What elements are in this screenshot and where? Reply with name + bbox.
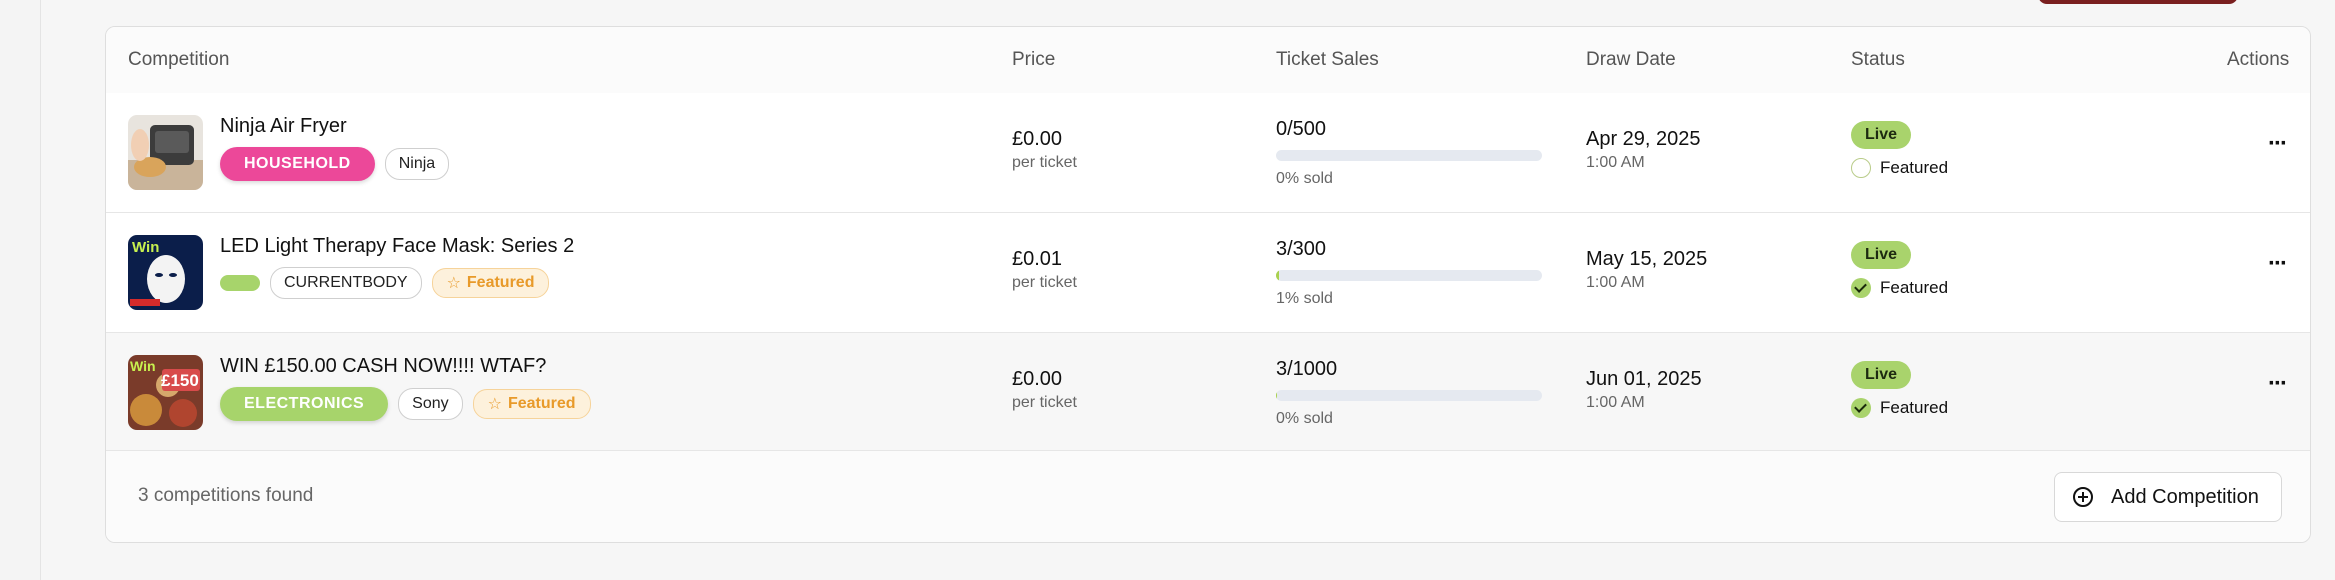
header-price: Price — [1012, 49, 1056, 70]
competition-tags: ELECTRONICS Sony ☆ Featured — [220, 387, 591, 421]
header-competition: Competition — [128, 49, 230, 70]
category-badge: HOUSEHOLD — [220, 147, 375, 181]
plus-circle-icon — [2073, 487, 2093, 507]
draw-time: 1:00 AM — [1586, 154, 1645, 171]
table-row[interactable]: Ninja Air Fryer HOUSEHOLD Ninja £0.00 pe… — [106, 93, 2310, 213]
more-actions-icon[interactable]: ··· — [2264, 252, 2290, 283]
star-icon: ☆ — [446, 275, 461, 292]
header-ticket-sales: Ticket Sales — [1276, 49, 1379, 70]
competition-title[interactable]: WIN £150.00 CASH NOW!!!! WTAF? — [220, 355, 546, 378]
draw-time: 1:00 AM — [1586, 394, 1645, 411]
thumbnail-amount-text: £150 — [161, 371, 199, 390]
header-draw-date: Draw Date — [1586, 49, 1676, 70]
ticket-sales-count: 0/500 — [1276, 118, 1327, 140]
ticket-sales-cell: 0/500 0% sold — [1276, 118, 1542, 188]
competition-title[interactable]: Ninja Air Fryer — [220, 115, 347, 138]
featured-toggle[interactable]: Featured — [1851, 158, 1948, 178]
competition-title[interactable]: LED Light Therapy Face Mask: Series 2 — [220, 235, 574, 258]
status-cell: Live Featured — [1851, 361, 1948, 418]
featured-toggle[interactable]: Featured — [1851, 278, 1948, 298]
sales-progress-bar — [1276, 150, 1542, 161]
thumbnail-win-text: Win — [132, 239, 159, 256]
featured-badge: ☆ Featured — [472, 389, 591, 419]
featured-unchecked-icon[interactable] — [1851, 158, 1871, 178]
add-competition-button[interactable]: Add Competition — [2054, 472, 2282, 522]
featured-check-icon[interactable] — [1851, 278, 1871, 298]
results-count: 3 competitions found — [138, 485, 314, 506]
brand-badge: Ninja — [384, 148, 450, 180]
draw-date-cell: Apr 29, 2025 1:00 AM — [1586, 128, 1701, 172]
competition-thumbnail: Win — [128, 235, 203, 310]
table-footer: 3 competitions found Add Competition — [106, 450, 2310, 542]
ticket-sales-cell: 3/300 1% sold — [1276, 238, 1542, 308]
featured-label: Featured — [1880, 398, 1949, 417]
featured-badge-label: Featured — [507, 395, 576, 412]
competition-tags: HOUSEHOLD Ninja — [220, 147, 450, 181]
draw-date: Apr 29, 2025 — [1586, 128, 1701, 150]
price-sub: per ticket — [1012, 154, 1077, 171]
add-competition-label: Add Competition — [2111, 485, 2259, 508]
competitions-table-card: Competition Price Ticket Sales Draw Date… — [105, 26, 2311, 543]
star-icon: ☆ — [487, 396, 502, 413]
status-badge: Live — [1851, 361, 1912, 389]
header-actions: Actions — [2227, 49, 2290, 70]
draw-date: May 15, 2025 — [1586, 248, 1708, 270]
ticket-sales-cell: 3/1000 0% sold — [1276, 358, 1542, 428]
price-value: £0.00 — [1012, 128, 1063, 150]
category-badge — [220, 275, 260, 291]
price-value: £0.00 — [1012, 368, 1063, 390]
ticket-sales-count: 3/300 — [1276, 238, 1327, 260]
table-header: Competition Price Ticket Sales Draw Date… — [106, 27, 2310, 94]
ticket-sales-count: 3/1000 — [1276, 358, 1338, 380]
status-cell: Live Featured — [1851, 241, 1948, 298]
featured-badge: ☆ Featured — [431, 268, 550, 298]
price-sub: per ticket — [1012, 394, 1077, 411]
price-cell: £0.01 per ticket — [1012, 248, 1077, 292]
sold-percentage: 0% sold — [1276, 170, 1333, 187]
featured-label: Featured — [1880, 278, 1949, 297]
thumbnail-win-text: Win — [130, 358, 156, 374]
brand-badge: Sony — [398, 388, 463, 420]
price-cell: £0.00 per ticket — [1012, 128, 1077, 172]
sales-progress-bar — [1276, 390, 1542, 401]
draw-date-cell: Jun 01, 2025 1:00 AM — [1586, 368, 1702, 412]
category-badge: ELECTRONICS — [220, 387, 389, 421]
brand-badge: CURRENTBODY — [270, 267, 422, 299]
status-cell: Live Featured — [1851, 121, 1948, 178]
sold-percentage: 1% sold — [1276, 290, 1333, 307]
more-actions-icon[interactable]: ··· — [2264, 372, 2290, 403]
table-row[interactable]: Win £150 WIN £150.00 CASH NOW!!!! WTAF? … — [106, 333, 2310, 452]
header-status: Status — [1851, 49, 1905, 70]
left-sidebar-rail — [0, 0, 41, 580]
competition-thumbnail — [128, 115, 203, 190]
draw-date: Jun 01, 2025 — [1586, 368, 1702, 390]
featured-toggle[interactable]: Featured — [1851, 398, 1948, 418]
competition-thumbnail: Win £150 — [128, 355, 203, 430]
sales-progress-fill — [1276, 390, 1277, 401]
price-cell: £0.00 per ticket — [1012, 368, 1077, 412]
top-action-button[interactable] — [2038, 0, 2238, 4]
sales-progress-bar — [1276, 270, 1542, 281]
price-sub: per ticket — [1012, 274, 1077, 291]
draw-date-cell: May 15, 2025 1:00 AM — [1586, 248, 1707, 292]
price-value: £0.01 — [1012, 248, 1063, 270]
status-badge: Live — [1851, 241, 1912, 269]
featured-check-icon[interactable] — [1851, 398, 1871, 418]
featured-badge-label: Featured — [466, 274, 535, 291]
table-row[interactable]: Win LED Light Therapy Face Mask: Series … — [106, 213, 2310, 333]
featured-label: Featured — [1880, 158, 1949, 177]
more-actions-icon[interactable]: ··· — [2264, 132, 2290, 163]
sales-progress-fill — [1276, 270, 1279, 281]
sold-percentage: 0% sold — [1276, 410, 1333, 427]
draw-time: 1:00 AM — [1586, 274, 1645, 291]
competition-tags: CURRENTBODY ☆ Featured — [220, 267, 550, 299]
status-badge: Live — [1851, 121, 1912, 149]
